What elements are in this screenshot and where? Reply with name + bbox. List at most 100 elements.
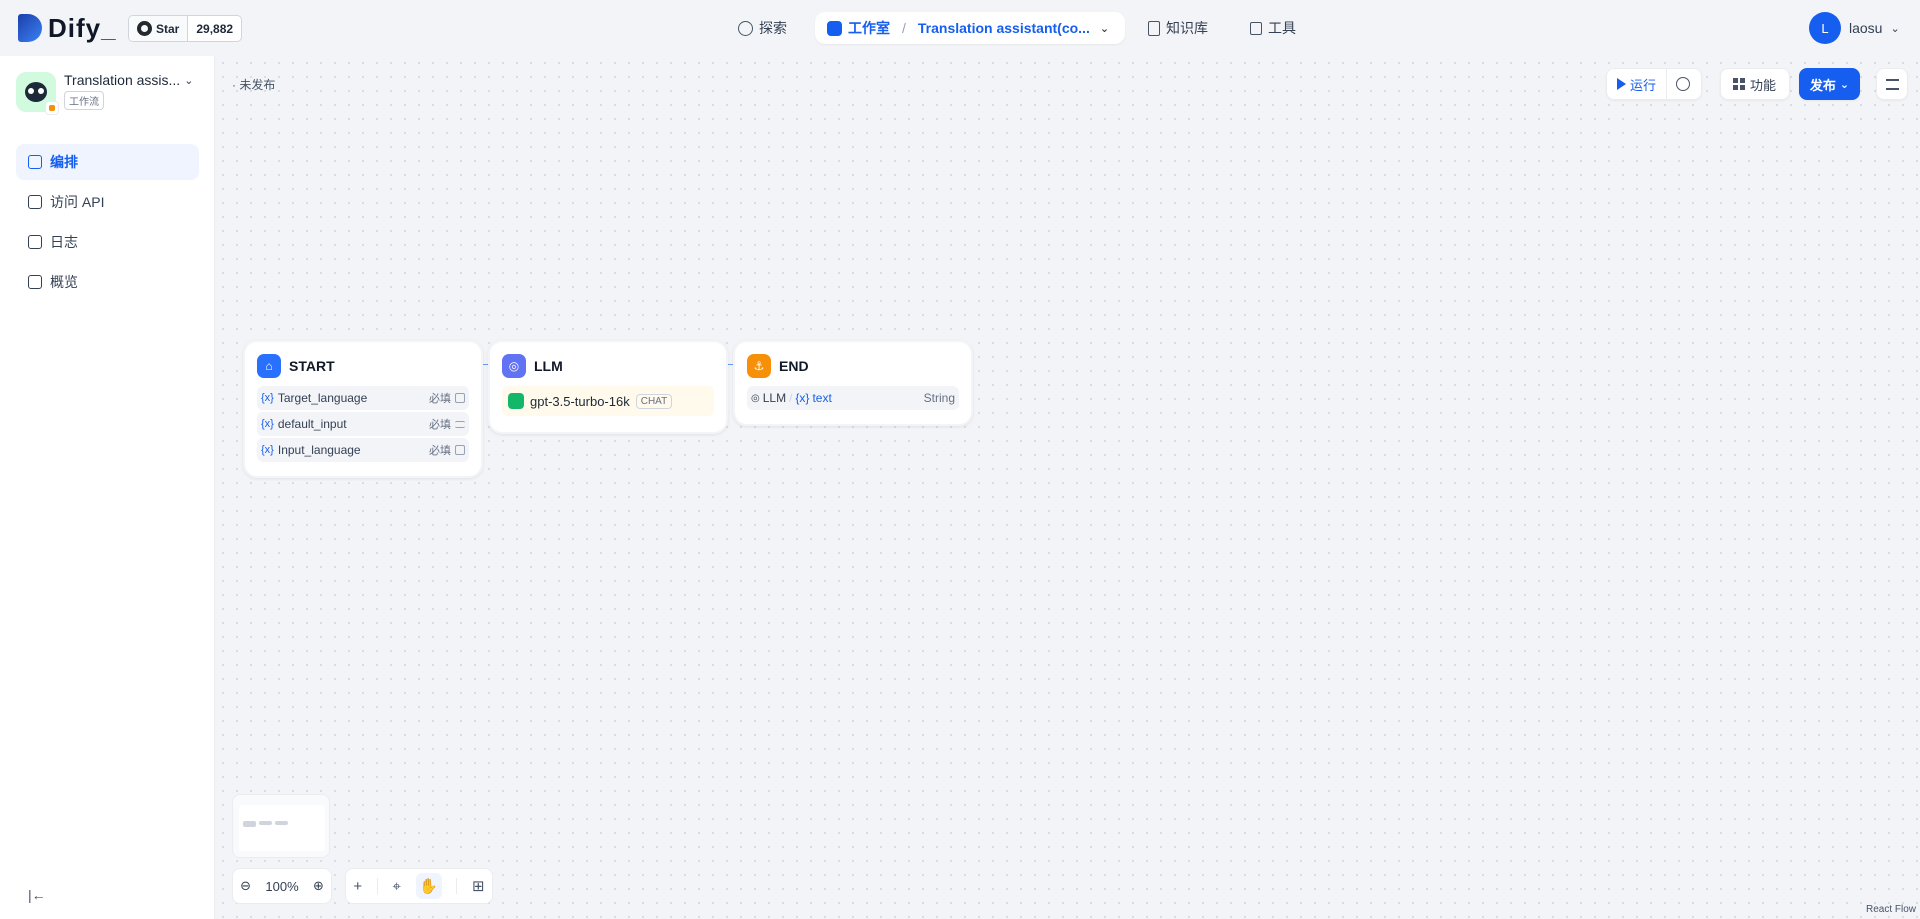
model-name: gpt-3.5-turbo-16k: [530, 393, 630, 409]
pointer-icon[interactable]: ⌖: [392, 878, 400, 895]
history-icon: [1676, 77, 1691, 91]
sidebar-item-overview[interactable]: 概览: [16, 264, 199, 300]
workflow-badge-icon: [45, 101, 59, 115]
app-info-card[interactable]: Translation assis... ⌄ 工作流: [16, 72, 193, 115]
variable-icon: {x}: [261, 392, 274, 404]
react-flow-attribution[interactable]: React Flow: [1866, 904, 1916, 915]
start-var-row: {x} default_input 必填: [257, 412, 469, 436]
hand-icon[interactable]: ✋: [415, 873, 442, 899]
var-name: default_input: [277, 417, 347, 431]
nav-knowledge[interactable]: 知识库: [1148, 12, 1208, 44]
var-required: 必填: [429, 419, 451, 431]
minimap-node: [259, 821, 272, 825]
app-title: Translation assis...: [64, 72, 181, 88]
github-icon: [137, 21, 152, 36]
run-button-group: 运行: [1606, 68, 1702, 100]
node-title: END: [779, 358, 809, 374]
nav-explore[interactable]: 探索: [738, 12, 787, 44]
user-menu[interactable]: L laosu ⌄: [1809, 12, 1900, 44]
llm-small-icon: ◎: [751, 392, 760, 404]
source-node-name: LLM: [762, 391, 787, 405]
sidebar-item-api[interactable]: 访问 API: [16, 184, 199, 220]
zoom-out-icon[interactable]: ⊖: [240, 878, 251, 894]
start-node[interactable]: ⌂ START {x} Target_language 必填 {x} defau…: [243, 340, 483, 478]
variable-icon: {x}: [261, 444, 274, 456]
sidebar-nav: 编排 访问 API 日志 概览: [16, 144, 199, 304]
llm-node[interactable]: ◎ LLM gpt-3.5-turbo-16k CHAT: [488, 340, 728, 434]
organize-icon[interactable]: ⊞: [472, 877, 485, 895]
start-var-row: {x} Target_language 必填: [257, 386, 469, 410]
select-type-icon: [455, 393, 465, 403]
run-history-button[interactable]: [1667, 77, 1699, 91]
model-selector: gpt-3.5-turbo-16k CHAT: [502, 386, 714, 416]
top-header: Dify_ Star 29,882 探索 工作室 / Translation a…: [0, 0, 1920, 56]
run-label: 运行: [1630, 77, 1657, 93]
minimap-node: [275, 821, 288, 825]
zoom-level[interactable]: 100%: [265, 879, 298, 894]
file-clock-icon: [28, 235, 42, 249]
bear-face-icon: [25, 82, 47, 102]
model-mode-tag: CHAT: [635, 393, 673, 409]
paragraph-type-icon: [455, 420, 465, 428]
var-required: 必填: [429, 393, 451, 405]
openai-icon: [508, 393, 524, 409]
checklist-button[interactable]: [1876, 68, 1908, 100]
end-output-row: ◎ LLM / {x} text String: [747, 386, 959, 410]
zoom-in-icon[interactable]: ⊕: [313, 878, 324, 894]
chevron-down-icon[interactable]: ⌄: [1100, 22, 1109, 35]
dify-logo[interactable]: Dify_: [18, 13, 117, 43]
publish-label: 发布: [1809, 77, 1836, 93]
nav-studio[interactable]: 工作室 / Translation assistant(co... ⌄: [815, 12, 1125, 44]
minimap-node: [243, 821, 256, 827]
canvas-tools: + ⌖ ✋ ⊞: [345, 868, 493, 904]
logo-text: Dify: [48, 12, 102, 43]
variable-icon: {x}: [795, 391, 810, 405]
sidebar-item-label: 日志: [50, 234, 78, 250]
checklist-icon: [1885, 78, 1899, 90]
user-name: laosu: [1849, 20, 1883, 36]
sidebar-item-label: 访问 API: [50, 194, 105, 210]
avatar: L: [1809, 12, 1841, 44]
sidebar: Translation assis... ⌄ 工作流 编排 访问 API 日志 …: [0, 56, 215, 919]
app-avatar: [16, 72, 59, 115]
workflow-canvas[interactable]: · 未发布 运行 功能 发布 ⌄ ⌂ START {x} Target_lang…: [216, 56, 1920, 919]
collapse-sidebar-icon[interactable]: |←: [28, 887, 46, 903]
sidebar-item-logs[interactable]: 日志: [16, 224, 199, 260]
compass-icon: [738, 20, 753, 36]
github-star-label: Star: [156, 21, 180, 36]
dify-logo-icon: [18, 14, 42, 42]
chevron-down-icon: ⌄: [1839, 78, 1850, 91]
features-label: 功能: [1750, 77, 1777, 93]
select-type-icon: [455, 445, 465, 455]
chevron-down-icon[interactable]: ⌄: [184, 74, 193, 87]
grid-icon: [1733, 78, 1745, 90]
var-required: 必填: [429, 445, 451, 457]
github-star-count: 29,882: [196, 21, 234, 36]
nav-explore-label: 探索: [759, 20, 787, 36]
zoom-controls: ⊖ 100% ⊕: [232, 868, 332, 904]
run-button[interactable]: 运行: [1607, 69, 1668, 99]
robot-icon: [827, 20, 842, 36]
features-button[interactable]: 功能: [1720, 68, 1790, 100]
add-node-icon[interactable]: +: [353, 878, 362, 895]
var-name: Target_language: [277, 391, 368, 405]
play-icon: [1617, 78, 1626, 90]
nav-studio-label: 工作室: [848, 20, 890, 36]
toolbox-icon: [1250, 21, 1262, 35]
minimap[interactable]: [232, 794, 330, 858]
sidebar-item-orchestrate[interactable]: 编排: [16, 144, 199, 180]
llm-icon: ◎: [502, 354, 526, 378]
publish-button[interactable]: 发布 ⌄: [1799, 68, 1860, 100]
flag-icon: ⚓: [747, 354, 771, 378]
publish-status: · 未发布: [232, 78, 276, 92]
output-var-type: String: [923, 391, 955, 405]
nav-tools[interactable]: 工具: [1250, 12, 1296, 44]
github-star-button[interactable]: Star 29,882: [128, 15, 243, 42]
variable-icon: {x}: [261, 418, 274, 430]
end-node[interactable]: ⚓ END ◎ LLM / {x} text String: [733, 340, 973, 426]
nav-separator: /: [902, 20, 906, 36]
node-title: LLM: [534, 358, 563, 374]
nav-app-name[interactable]: Translation assistant(co...: [918, 20, 1090, 36]
start-var-row: {x} Input_language 必填: [257, 438, 469, 462]
bar-chart-icon: [28, 275, 42, 289]
